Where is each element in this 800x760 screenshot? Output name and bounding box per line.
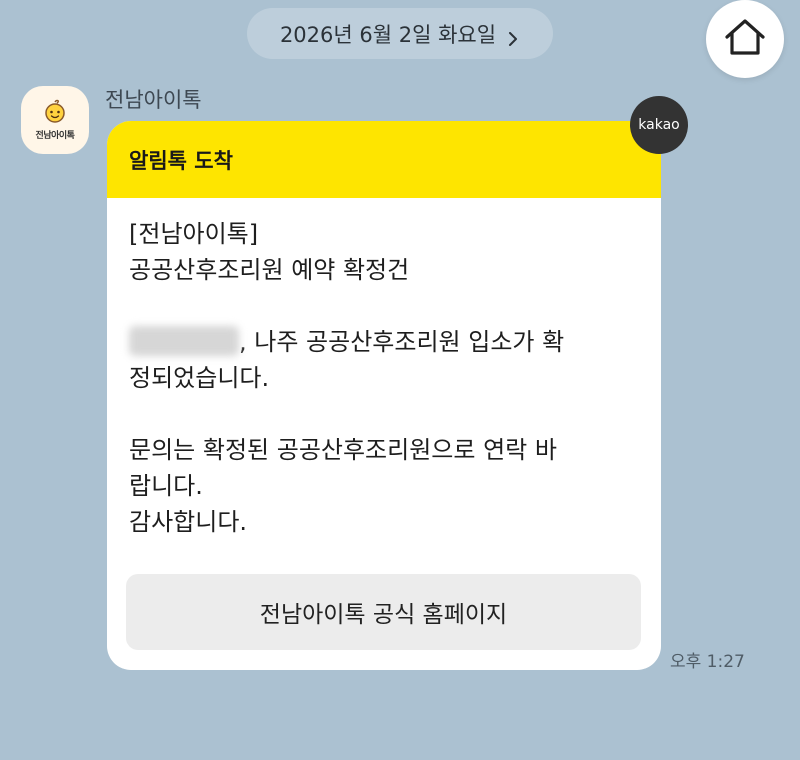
message-line: 감사합니다. <box>129 508 248 536</box>
homepage-link-button[interactable]: 전남아이톡 공식 홈페이지 <box>126 574 641 650</box>
date-divider-button[interactable]: 2026년 6월 2일 화요일 <box>247 8 553 59</box>
message-line: 공공산후조리원 예약 확정건 <box>129 256 410 284</box>
message-body: [전남아이톡] 공공산후조리원 예약 확정건 , 나주 공공산후조리원 입소가 … <box>107 198 661 540</box>
sender-name: 전남아이톡 <box>105 88 202 112</box>
homepage-link-label: 전남아이톡 공식 홈페이지 <box>259 602 508 628</box>
message-line: , 나주 공공산후조리원 입소가 확 <box>129 324 639 360</box>
date-label: 2026년 6월 2일 화요일 <box>279 22 497 47</box>
message-line: [전남아이톡] <box>129 220 259 248</box>
message-line: 랍니다. <box>129 472 203 500</box>
chevron-right-icon <box>506 27 520 46</box>
message-header-title: 알림톡 도착 <box>129 148 233 173</box>
redacted-name <box>129 326 239 356</box>
message-line-text: , 나주 공공산후조리원 입소가 확 <box>239 328 565 356</box>
kakao-badge: kakao <box>630 96 688 154</box>
avatar-logo-text: 전남아이톡 <box>35 131 75 141</box>
message-timestamp: 오후 1:27 <box>670 652 745 672</box>
alimtalk-message-card: 알림톡 도착 [전남아이톡] 공공산후조리원 예약 확정건 , 나주 공공산후조… <box>107 121 661 670</box>
message-header: 알림톡 도착 <box>107 121 661 198</box>
message-line: 정되었습니다. <box>129 364 270 392</box>
baby-face-icon <box>40 99 70 127</box>
message-line: 문의는 확정된 공공산후조리원으로 연락 바 <box>129 436 557 464</box>
sender-avatar[interactable]: 전남아이톡 <box>21 86 89 154</box>
home-icon <box>723 17 767 61</box>
home-button[interactable] <box>706 0 784 78</box>
